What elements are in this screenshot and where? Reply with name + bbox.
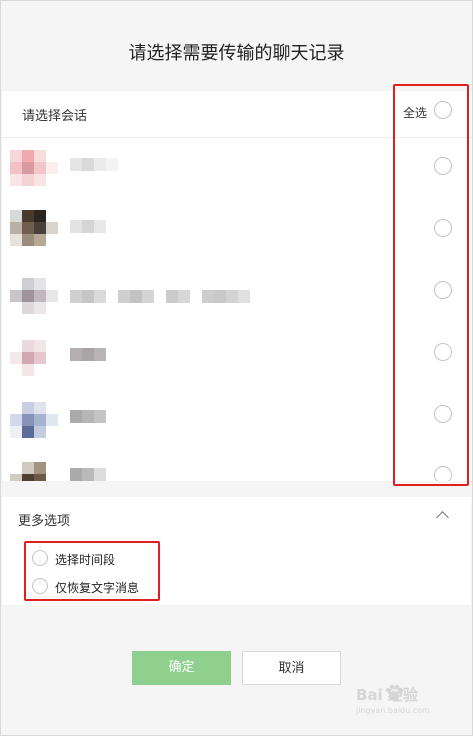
more-options-title: 更多选项 — [18, 514, 71, 529]
conversation-row[interactable] — [2, 138, 471, 200]
conversation-row[interactable] — [2, 448, 471, 481]
select-all-label[interactable]: 全选 — [403, 104, 427, 121]
collapse-chevron-icon[interactable] — [436, 511, 449, 524]
conversation-radio[interactable] — [434, 405, 452, 423]
blurred-avatar — [8, 392, 58, 442]
paw-icon — [385, 684, 404, 701]
blurred-avatar — [8, 268, 58, 318]
blurred-contact-name — [70, 466, 106, 481]
conversation-row[interactable] — [2, 324, 471, 386]
dialog-frame: 请选择需要传输的聊天记录 请选择会话 全选 更多选项 选择时间段 仅恢复文字消息… — [0, 0, 473, 736]
blurred-avatar — [8, 454, 58, 481]
blurred-avatar — [8, 144, 58, 194]
blurred-contact-name — [70, 408, 106, 423]
more-options-panel: 更多选项 选择时间段 仅恢复文字消息 — [2, 497, 471, 605]
baidu-watermark-logo: Bai 经验 jingyan.baidu.com — [356, 682, 466, 722]
blurred-contact-name — [70, 156, 118, 171]
conversation-row[interactable] — [2, 262, 471, 324]
blurred-contact-name — [70, 288, 250, 303]
select-conversation-label: 请选择会话 — [22, 109, 88, 124]
conversation-radio[interactable] — [434, 343, 452, 361]
conversation-radio[interactable] — [434, 219, 452, 237]
blurred-avatar — [8, 330, 58, 380]
option-radio[interactable] — [32, 550, 48, 566]
blurred-avatar — [8, 206, 58, 256]
select-all-radio[interactable] — [434, 101, 452, 119]
conversation-row[interactable] — [2, 200, 471, 262]
option-radio[interactable] — [32, 578, 48, 594]
conversation-radio[interactable] — [434, 281, 452, 299]
blurred-contact-name — [70, 346, 106, 361]
conversation-radio[interactable] — [434, 157, 452, 175]
conversation-list-header: 请选择会话 全选 — [2, 91, 471, 138]
watermark-subtext: jingyan.baidu.com — [356, 706, 430, 715]
conversation-row[interactable] — [2, 386, 471, 448]
blurred-contact-name — [70, 218, 106, 233]
confirm-button[interactable]: 确定 — [132, 651, 231, 685]
cancel-button[interactable]: 取消 — [242, 651, 341, 685]
option-label: 选择时间段 — [55, 553, 116, 567]
option-label: 仅恢复文字消息 — [55, 581, 140, 595]
conversation-radio[interactable] — [434, 466, 452, 481]
conversation-panel: 请选择会话 全选 — [2, 91, 471, 481]
dialog-title: 请选择需要传输的聊天记录 — [128, 43, 345, 64]
